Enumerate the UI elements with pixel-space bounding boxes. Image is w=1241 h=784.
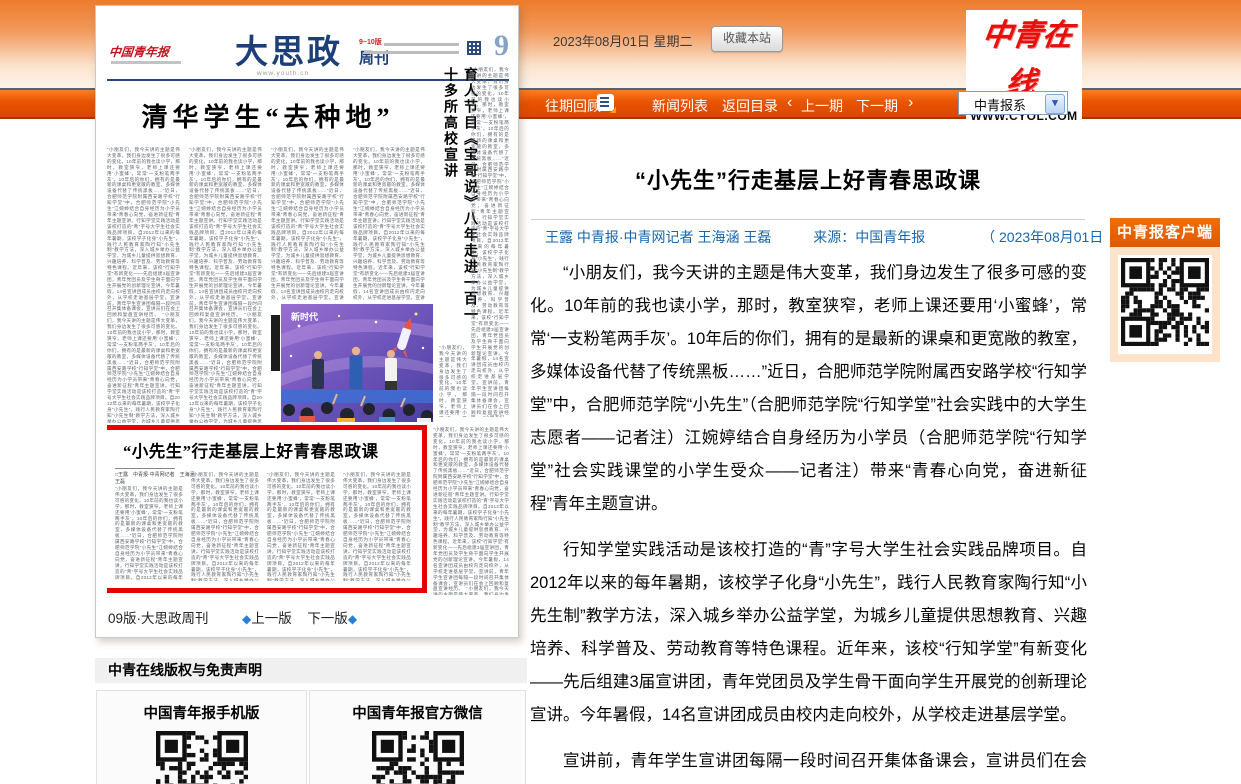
paper-text-column: “小朋友们，我今天讲的主题是伟大变革，我们身边发生了很多可感的变化。10年前的我…: [471, 67, 509, 417]
wechat-qr-code: [372, 731, 464, 784]
paper-text-column: “小朋友们，我今天讲的主题是伟大变革，我们身边发生了很多可感的变化。10年前的我…: [191, 472, 259, 581]
paper-brand-logo: 中国青年报: [108, 43, 190, 60]
app-promo-title: 中青报客户端: [1110, 218, 1220, 247]
archive-list-icon[interactable]: [597, 94, 614, 111]
next-page-link[interactable]: 下一版: [307, 611, 348, 626]
prev-issue-arrow-icon[interactable]: ‹: [787, 94, 792, 112]
next-issue-arrow-icon[interactable]: ›: [908, 94, 913, 112]
nav-archive[interactable]: 往期回顾: [545, 96, 601, 116]
paper-header-line: [384, 43, 459, 46]
paper-site-url: www.youth.cn: [257, 70, 309, 77]
chevron-down-icon[interactable]: ▾: [1045, 94, 1065, 114]
copyright-header: 中青在线版权与免责声明: [95, 658, 527, 683]
paper-qr-icon: [467, 41, 481, 55]
paper-text-column: “小朋友们，我今天讲的主题是伟大变革，我们身边发生了很多可感的变化。10年前的我…: [107, 147, 180, 423]
paper-page-number: 9: [494, 29, 509, 63]
paragraph: “小朋友们，我今天讲的主题是伟大变革，我们身边发生了很多可感的变化。10年前的我…: [530, 257, 1087, 521]
photo-word: 新时代: [291, 311, 318, 322]
paper-text-column: “小朋友们，我今天讲的主题是伟大变革，我们身边发生了很多可感的变化。10年前的我…: [271, 147, 344, 301]
series-select-value: 中青报系: [974, 95, 1026, 114]
paper-text-column: “小朋友们，我今天讲的主题是伟大变革，我们身边发生了很多可感的变化。10年前的我…: [343, 472, 411, 581]
highlight-byline-rule: [115, 468, 175, 469]
article-meta: 王露 中青报·中青网记者 王海涵 王磊 来源：中国青年报 （ 2023年08月0…: [531, 227, 1085, 247]
nav-prev-issue[interactable]: 上一期: [801, 96, 843, 116]
mobile-qr-card: 中国青年报手机版: [96, 690, 307, 784]
favorite-button[interactable]: 收藏本站: [711, 26, 783, 52]
app-promo-box: 中青报客户端: [1110, 218, 1220, 362]
nav-back-toc[interactable]: 返回目录: [722, 96, 778, 116]
paper-pages-tag: 9~10版: [359, 37, 382, 47]
newspaper-page-image[interactable]: 中国青年报 大思政 9~10版 周刊 www.youth.cn 9 清华学生“去…: [107, 15, 509, 600]
paper-page-label: 09版·大思政周刊: [108, 611, 209, 626]
wechat-qr-title: 中国青年报官方微信: [310, 702, 525, 723]
paper-main-headline: 清华学生“去种地”: [111, 97, 425, 134]
paragraph: 行知学堂实践活动是该校打造的“青”字号大学生社会实践品牌项目。自2012年以来的…: [530, 534, 1087, 732]
paper-brand-underline: [111, 61, 181, 64]
series-select[interactable]: 中青报系 ▾: [958, 91, 1068, 115]
highlighted-article-region[interactable]: “小先生”行走基层上好青春思政课 □王露 中青报·中青网记者 王海涵 王磊 “小…: [107, 425, 427, 593]
nav-news-list[interactable]: 新闻列表: [652, 96, 708, 116]
page: 2023年08月01日 星期二 收藏本站 中青在线 WWW.CYOL.COM 往…: [0, 0, 1241, 784]
paper-photo: 新时代: [281, 304, 433, 422]
article-source: 来源：中国青年报: [813, 227, 925, 247]
paper-text-column: “小朋友们，我今天讲的主题是伟大变革，我们身边发生了很多可感的变化。10年前的我…: [433, 427, 509, 595]
paper-text-column: “小朋友们，我今天讲的主题是伟大变革，我们身边发生了很多可感的变化。10年前的我…: [353, 147, 425, 301]
paper-masthead: 大思政: [235, 35, 343, 69]
prev-page-diamond-icon: ◆: [242, 612, 251, 626]
wechat-qr-card: 中国青年报官方微信: [309, 690, 526, 784]
prev-page-link[interactable]: 上一版: [251, 611, 292, 626]
paper-bottom-nav: 09版·大思政周刊 ◆上一版 下一版◆: [108, 607, 357, 627]
app-promo-body: [1110, 247, 1220, 362]
paper-text-column: “小朋友们，我今天讲的主题是伟大变革，我们身边发生了很多可感的变化。10年前的我…: [267, 472, 335, 581]
paper-text-column: “小朋友们，我今天讲的主题是伟大变革，我们身边发生了很多可感的变化。10年前的我…: [115, 486, 183, 581]
paper-header-line: [364, 51, 459, 54]
highlight-byline: □王露 中青报·中青网记者 王海涵 王磊: [115, 472, 195, 486]
paper-text-column: “小朋友们，我今天讲的主题是伟大变革，我们身边发生了很多可感的变化。10年前的我…: [439, 345, 467, 417]
date-label: 2023年08月01日 星期二: [553, 31, 692, 50]
paragraph: 宣讲前，青年学生宣讲团每隔一段时间召开集体备课会，宣讲员们在会上回顾和复盘宣讲经…: [530, 745, 1087, 784]
mobile-qr-title: 中国青年报手机版: [97, 702, 306, 723]
paper-text-column: “小朋友们，我今天讲的主题是伟大变革，我们身边发生了很多可感的变化。10年前的我…: [189, 147, 262, 423]
article-body: “小朋友们，我今天讲的主题是伟大变革，我们身边发生了很多可感的变化。10年前的我…: [530, 257, 1087, 784]
highlight-headline: “小先生”行走基层上好青春思政课: [123, 438, 413, 462]
newspaper-panel: 中国青年报 大思政 9~10版 周刊 www.youth.cn 9 清华学生“去…: [95, 5, 519, 638]
page-title: “小先生”行走基层上好青春思政课: [530, 163, 1086, 195]
next-page-diamond-icon: ◆: [348, 612, 357, 626]
mobile-qr-code: [156, 731, 248, 784]
app-qr-code: [1121, 258, 1209, 346]
photo-tag: [271, 315, 280, 371]
article-authors: 王露 中青报·中青网记者 王海涵 王磊: [545, 227, 771, 247]
nav-next-issue[interactable]: 下一期: [856, 96, 898, 116]
meta-divider: [531, 219, 1085, 220]
